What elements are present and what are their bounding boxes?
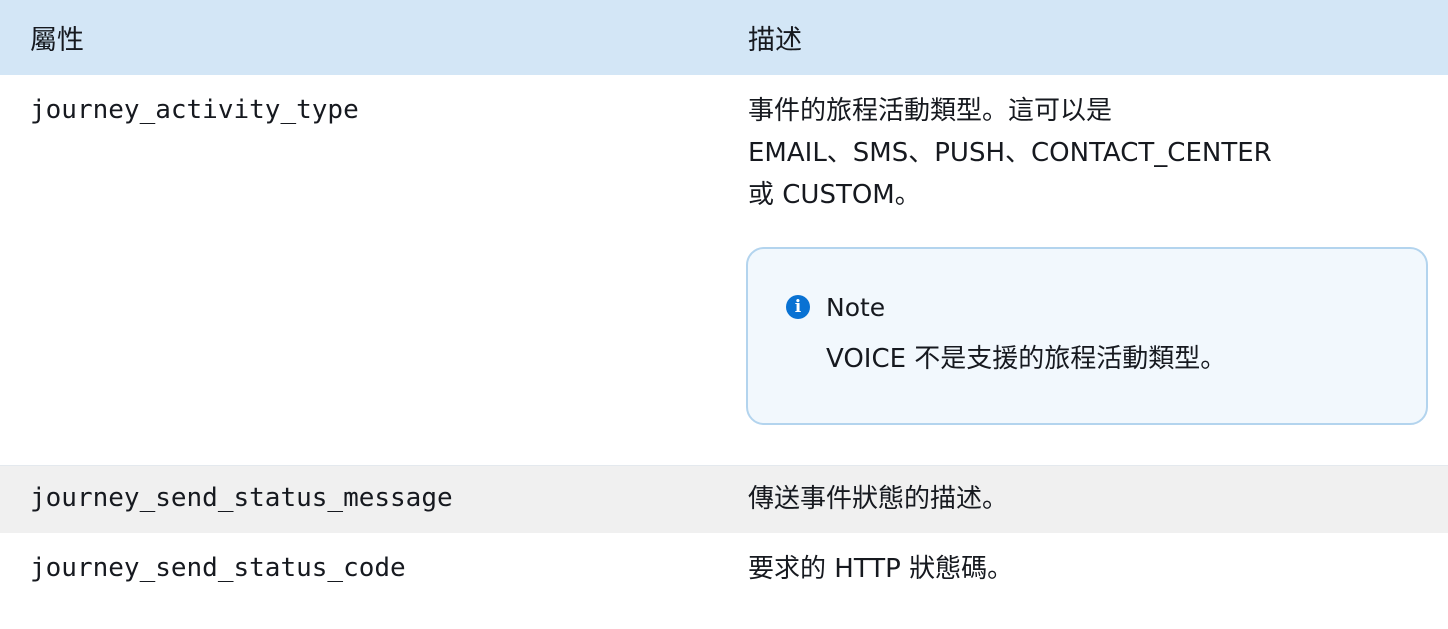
attributes-table: 屬性 描述 journey_activity_type 事件的旅程活動類型。這可…	[0, 0, 1448, 614]
description-cell: 傳送事件狀態的描述。	[718, 465, 1448, 533]
table-row: journey_activity_type 事件的旅程活動類型。這可以是 EMA…	[0, 75, 1448, 466]
description-cell: 要求的 HTTP 狀態碼。	[718, 533, 1448, 614]
description-text: 傳送事件狀態的描述。	[748, 484, 1009, 514]
column-header-description: 描述	[718, 0, 1448, 75]
description-line: 或 CUSTOM。	[748, 180, 921, 210]
attribute-cell: journey_send_status_message	[0, 465, 718, 533]
note-body: VOICE 不是支援的旅程活動類型。	[826, 344, 1227, 374]
attribute-name: journey_send_status_message	[30, 483, 453, 513]
table-row: journey_send_status_code 要求的 HTTP 狀態碼。	[0, 533, 1448, 614]
attribute-cell: journey_activity_type	[0, 75, 718, 466]
description-line: EMAIL、SMS、PUSH、CONTACT_CENTER	[748, 138, 1272, 168]
note-title: Note	[826, 292, 886, 322]
description-cell: 事件的旅程活動類型。這可以是 EMAIL、SMS、PUSH、CONTACT_CE…	[718, 75, 1448, 466]
note-header: i Note	[786, 287, 1396, 327]
column-header-attribute: 屬性	[0, 0, 718, 75]
description-text: 事件的旅程活動類型。這可以是 EMAIL、SMS、PUSH、CONTACT_CE…	[718, 75, 1448, 216]
note-callout: i Note VOICE 不是支援的旅程活動類型。	[746, 247, 1428, 425]
attribute-name: journey_send_status_code	[30, 553, 406, 583]
table-header-row: 屬性 描述	[0, 0, 1448, 75]
attribute-name: journey_activity_type	[30, 95, 359, 125]
info-icon: i	[786, 295, 810, 319]
description-line: 事件的旅程活動類型。這可以是	[748, 96, 1113, 126]
description-text: 要求的 HTTP 狀態碼。	[748, 554, 1014, 584]
attribute-cell: journey_send_status_code	[0, 533, 718, 614]
table-row: journey_send_status_message 傳送事件狀態的描述。	[0, 465, 1448, 533]
